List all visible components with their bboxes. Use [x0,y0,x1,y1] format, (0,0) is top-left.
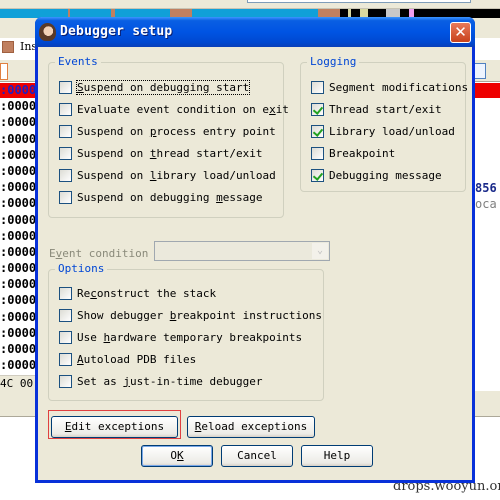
code-row[interactable]: :0000 [0,98,36,114]
background-tab[interactable] [0,63,8,80]
event-checkbox-label[interactable]: Evaluate event condition on exit [77,103,289,116]
logging-checkbox-row[interactable]: Thread start/exit [311,101,442,117]
checkbox-unchecked[interactable] [311,146,324,160]
logging-checkbox-row[interactable]: Debugging message [311,167,442,183]
checkbox-unchecked[interactable] [59,352,72,366]
cancel-button[interactable]: Cancel [221,445,293,467]
checkbox-unchecked[interactable] [59,374,72,388]
checkbox-unchecked[interactable] [59,286,72,300]
logging-legend: Logging [307,55,360,68]
option-checkbox-label[interactable]: Autoload PDB files [77,353,196,366]
code-row[interactable]: :0000 [0,212,36,228]
checkbox-unchecked[interactable] [59,102,72,116]
help-button[interactable]: Help [301,445,373,467]
logging-checkbox-row[interactable]: Library load/unload [311,123,455,139]
logging-group: Logging Segment modifications Thread star… [300,55,468,192]
code-row[interactable]: :0000 [0,82,36,98]
logging-checkbox-row[interactable]: Breakpoint [311,145,395,161]
event-checkbox-row[interactable]: Evaluate event condition on exit [59,101,289,117]
background-address: 856 [475,181,497,195]
dialog-title: Debugger setup [60,24,173,39]
edit-exceptions-button[interactable]: Edit exceptions [51,416,178,438]
code-row[interactable]: :0000 [0,228,36,244]
code-row[interactable]: :0000 [0,341,36,357]
code-row[interactable]: :0000 [0,309,36,325]
logging-checkbox-row[interactable]: Segment modifications [311,79,468,95]
disassembly-listing[interactable]: :0000:0000:0000:0000:0000:0000:0000:0000… [0,82,36,373]
checkbox-unchecked[interactable] [59,124,72,138]
events-group: Events Suspend on debugging start Evaluat… [48,55,289,218]
debugger-setup-dialog: Debugger setup ✕ Events Suspend on debug… [35,17,475,483]
checkbox-unchecked[interactable] [311,80,324,94]
option-checkbox-row[interactable]: Use hardware temporary breakpoints [59,329,302,345]
event-checkbox-row[interactable]: Suspend on debugging message [59,189,262,205]
option-checkbox-row[interactable]: Show debugger breakpoint instructions [59,307,322,323]
option-checkbox-label[interactable]: Use hardware temporary breakpoints [77,331,302,344]
options-legend: Options [55,262,108,275]
event-checkbox-label[interactable]: Suspend on thread start/exit [77,147,262,160]
code-row[interactable]: :0000 [0,195,36,211]
checkbox-checked[interactable] [311,102,324,116]
option-checkbox-label[interactable]: Show debugger breakpoint instructions [77,309,322,322]
event-condition-label: Event condition [49,247,149,260]
code-row[interactable]: :0000 [0,147,36,163]
checkbox-unchecked[interactable] [59,308,72,322]
option-checkbox-label[interactable]: Reconstruct the stack [77,287,216,300]
event-checkbox-row[interactable]: Suspend on process entry point [59,123,276,139]
checkbox-unchecked[interactable] [59,190,72,204]
close-button[interactable]: ✕ [450,22,471,43]
logging-checkbox-label[interactable]: Library load/unload [329,125,455,138]
chevron-down-icon[interactable]: ⌄ [312,243,328,259]
events-legend: Events [55,55,101,68]
code-row[interactable]: :0000 [0,179,36,195]
logging-checkbox-label[interactable]: Breakpoint [329,147,395,160]
app-icon [39,23,56,41]
logging-checkbox-label[interactable]: Debugging message [329,169,442,182]
hex-row: 4C 00 [0,375,36,391]
checkbox-unchecked[interactable] [59,80,72,94]
checkbox-unchecked[interactable] [59,168,72,182]
code-row[interactable]: :0000 [0,260,36,276]
code-row[interactable]: :0000 [0,163,36,179]
close-icon: ✕ [454,23,467,41]
options-group: Options Reconstruct the stack Show debugg… [48,262,324,401]
option-checkbox-row[interactable]: Set as just-in-time debugger [59,373,262,389]
logging-checkbox-label[interactable]: Segment modifications [329,81,468,94]
code-row[interactable]: :0000 [0,244,36,260]
background-toolbar [0,0,500,9]
checkbox-checked[interactable] [311,124,324,138]
event-condition-select[interactable]: ⌄ [154,241,330,261]
code-row[interactable]: :0000 [0,357,36,373]
event-checkbox-label[interactable]: Suspend on process entry point [77,125,276,138]
document-icon[interactable] [474,63,486,79]
checkbox-unchecked[interactable] [59,330,72,344]
event-checkbox-label[interactable]: Suspend on debugging message [77,191,262,204]
event-checkbox-row[interactable]: Suspend on debugging start [59,79,251,95]
code-row[interactable]: :0000 [0,325,36,341]
code-row[interactable]: :0000 [0,292,36,308]
reload-exceptions-button[interactable]: Reload exceptions [187,416,315,438]
background-text: oca [475,197,497,211]
title-bar[interactable]: Debugger setup ✕ [35,17,475,47]
event-checkbox-label[interactable]: Suspend on library load/unload [77,169,276,182]
option-checkbox-label[interactable]: Set as just-in-time debugger [77,375,262,388]
event-checkbox-label[interactable]: Suspend on debugging start [75,79,251,95]
background-search-box[interactable] [247,0,471,3]
legend-swatch [2,41,14,53]
event-checkbox-row[interactable]: Suspend on thread start/exit [59,145,262,161]
option-checkbox-row[interactable]: Autoload PDB files [59,351,196,367]
option-checkbox-row[interactable]: Reconstruct the stack [59,285,216,301]
code-row[interactable]: :0000 [0,114,36,130]
logging-checkbox-label[interactable]: Thread start/exit [329,103,442,116]
event-checkbox-row[interactable]: Suspend on library load/unload [59,167,276,183]
code-row[interactable]: :0000 [0,276,36,292]
code-row[interactable]: :0000 [0,131,36,147]
checkbox-unchecked[interactable] [59,146,72,160]
checkbox-checked[interactable] [311,168,324,182]
ok-button[interactable]: OK [141,445,213,467]
